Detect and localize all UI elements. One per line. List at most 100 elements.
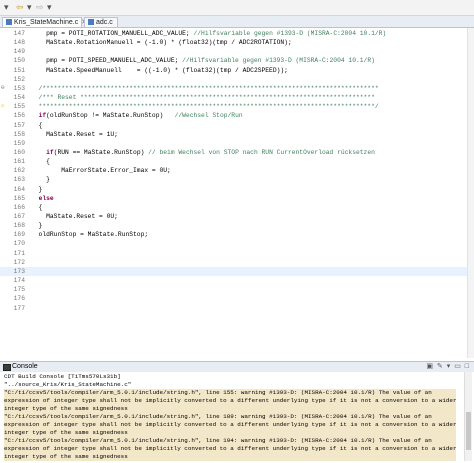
console-line: integer type of the same signedness xyxy=(4,453,456,461)
code-text: /***************************************… xyxy=(31,84,379,92)
warning-icon[interactable]: ⚠ xyxy=(1,103,7,109)
code-text: MaErrorState.Error_Imax = 0U; xyxy=(31,167,171,175)
forward-dropdown-icon[interactable]: ▾ xyxy=(47,2,52,12)
tab-kris-statemachine[interactable]: Kris_StateMachine.c✕ xyxy=(2,17,87,27)
code-line[interactable]: 177 xyxy=(0,304,474,313)
line-number: 175 xyxy=(13,286,25,294)
code-line[interactable]: 170 xyxy=(0,239,474,248)
console-line: expression of integer type shall not be … xyxy=(4,421,456,429)
code-text: pmp = POTI_ROTATION_MANUELL_ADC_VALUE; /… xyxy=(31,30,387,37)
code-line[interactable]: 157 { xyxy=(0,121,474,130)
code-line[interactable]: 162 MaErrorState.Error_Imax = 0U; xyxy=(0,166,474,175)
line-number: 152 xyxy=(13,75,25,83)
code-line[interactable]: 171 xyxy=(0,249,474,258)
line-number: 160 xyxy=(13,148,25,156)
code-line[interactable]: 153 ⊖ /**********************************… xyxy=(0,84,474,93)
line-number: 149 xyxy=(13,48,25,56)
code-line[interactable]: 161 { xyxy=(0,157,474,166)
line-number: 173 xyxy=(13,267,25,275)
line-number: 154 xyxy=(13,94,25,102)
fold-icon[interactable]: ⊖ xyxy=(1,84,7,91)
console-line: "C:/ti/ccsv5/tools/compiler/arm_5.0.1/in… xyxy=(4,413,456,421)
code-line[interactable]: 165 else xyxy=(0,194,474,203)
code-line[interactable]: 168 } xyxy=(0,221,474,230)
code-line[interactable]: 163 } xyxy=(0,175,474,184)
back-icon[interactable]: ⇦ xyxy=(16,2,24,12)
line-number: 167 xyxy=(13,213,25,220)
code-text: } xyxy=(31,176,50,184)
code-line[interactable]: 151 MaState.SpeedManuell = ((-1.0) * (fl… xyxy=(0,66,474,75)
console-line: integer type of the same signedness xyxy=(4,429,456,437)
code-line[interactable]: 158 MaState.Reset = 1U; xyxy=(0,130,474,139)
line-number: 169 xyxy=(13,231,25,239)
code-line[interactable]: 160 if(RUN == MaState.RunStop) // beim W… xyxy=(0,148,474,157)
console-toolbar[interactable]: ▣ ✎ ▾ ▭ □ xyxy=(426,362,470,372)
code-text: { xyxy=(31,158,50,166)
code-line[interactable]: 155 ⚠ ***********************************… xyxy=(0,102,474,111)
code-line[interactable]: 149 xyxy=(0,47,474,56)
line-number: 164 xyxy=(13,185,25,193)
code-line[interactable]: 156 if(oldRunStop != MaState.RunStop) //… xyxy=(0,111,474,120)
code-text: if(RUN == MaState.RunStop) // beim Wechs… xyxy=(46,148,375,156)
editor-tab-bar: Kris_StateMachine.c✕ adc.c xyxy=(0,16,474,28)
line-number: 161 xyxy=(13,158,25,166)
console-output[interactable]: CDT Build Console [TiTms570Ls31b] "../sou… xyxy=(0,372,474,463)
code-line[interactable]: 150 pmp = POTI_SPEED_MANUELL_ADC_VALUE; … xyxy=(0,56,474,65)
line-number: 165 xyxy=(13,194,25,202)
line-number: 157 xyxy=(13,121,25,129)
line-number: 174 xyxy=(13,277,25,285)
code-text: } xyxy=(31,222,43,230)
line-number: 163 xyxy=(13,176,25,184)
console-line: "C:/ti/ccsv5/tools/compiler/arm_5.0.1/in… xyxy=(4,437,456,445)
code-line[interactable]: 176 xyxy=(0,294,474,303)
code-line[interactable]: 173 xyxy=(0,266,474,276)
forward-icon[interactable]: ⇨ xyxy=(36,2,44,12)
console-line: expression of integer type shall not be … xyxy=(4,445,456,453)
code-line[interactable]: 152 xyxy=(0,75,474,84)
code-line[interactable]: 148 MaState.RotationManuell = (-1.0) * (… xyxy=(0,38,474,47)
line-number: 147 xyxy=(13,30,25,37)
code-line[interactable]: 167 MaState.Reset = 0U; xyxy=(0,212,474,221)
scrollbar-thumb[interactable] xyxy=(466,412,471,450)
line-number: 151 xyxy=(13,66,25,74)
line-number: 177 xyxy=(13,304,25,312)
editor-scrollbar[interactable] xyxy=(467,28,474,358)
console-line: "C:/ti/ccsv5/tools/compiler/arm_5.0.1/in… xyxy=(4,389,456,397)
line-number: 158 xyxy=(13,130,25,138)
line-number: 159 xyxy=(13,139,25,147)
code-line[interactable]: 166 { xyxy=(0,203,474,212)
code-text: if(oldRunStop != MaState.RunStop) //Wech… xyxy=(38,112,243,120)
c-file-icon xyxy=(88,19,94,25)
code-line[interactable]: 169 oldRunStop = MaState.RunStop; xyxy=(0,230,474,239)
code-text: pmp = POTI_SPEED_MANUELL_ADC_VALUE; //Hi… xyxy=(31,57,375,65)
code-line[interactable]: 164 } xyxy=(0,185,474,194)
arrow-dropdown-icon[interactable]: ▾ xyxy=(4,2,9,12)
line-number: 148 xyxy=(13,39,25,47)
code-line[interactable]: 172 xyxy=(0,258,474,267)
line-number: 162 xyxy=(13,167,25,175)
tab-label: Kris_StateMachine.c xyxy=(14,19,79,26)
line-number: 166 xyxy=(13,203,25,211)
code-line[interactable]: 175 xyxy=(0,285,474,294)
code-text: } xyxy=(31,185,43,193)
code-line[interactable]: 174 xyxy=(0,276,474,285)
line-number: 168 xyxy=(13,222,25,230)
console-line: integer type of the same signedness xyxy=(4,405,456,413)
console-line: expression of integer type shall not be … xyxy=(4,397,456,405)
back-dropdown-icon[interactable]: ▾ xyxy=(27,2,32,12)
code-line[interactable]: 147 pmp = POTI_ROTATION_MANUELL_ADC_VALU… xyxy=(0,29,474,38)
tab-adc[interactable]: adc.c xyxy=(84,17,118,27)
code-line[interactable]: 159 xyxy=(0,139,474,148)
tab-console[interactable]: Console xyxy=(12,362,38,372)
console-line: "../source_Kris/Kris_StateMachine.c" xyxy=(4,381,132,388)
code-line[interactable]: 154 /*** Reset *************************… xyxy=(0,93,474,102)
console-icon xyxy=(3,364,11,371)
code-text: ****************************************… xyxy=(31,103,379,111)
code-editor[interactable]: 147 pmp = POTI_ROTATION_MANUELL_ADC_VALU… xyxy=(0,28,474,358)
code-text: MaState.Reset = 0U; xyxy=(31,213,118,220)
code-text: oldRunStop = MaState.RunStop; xyxy=(31,231,149,239)
code-text: MaState.RotationManuell = (-1.0) * (floa… xyxy=(31,39,292,47)
console-scrollbar[interactable] xyxy=(464,372,472,461)
code-text: { xyxy=(31,203,43,211)
toolbar: ▾ ⇦ ▾ ⇨ ▾ xyxy=(0,0,474,16)
